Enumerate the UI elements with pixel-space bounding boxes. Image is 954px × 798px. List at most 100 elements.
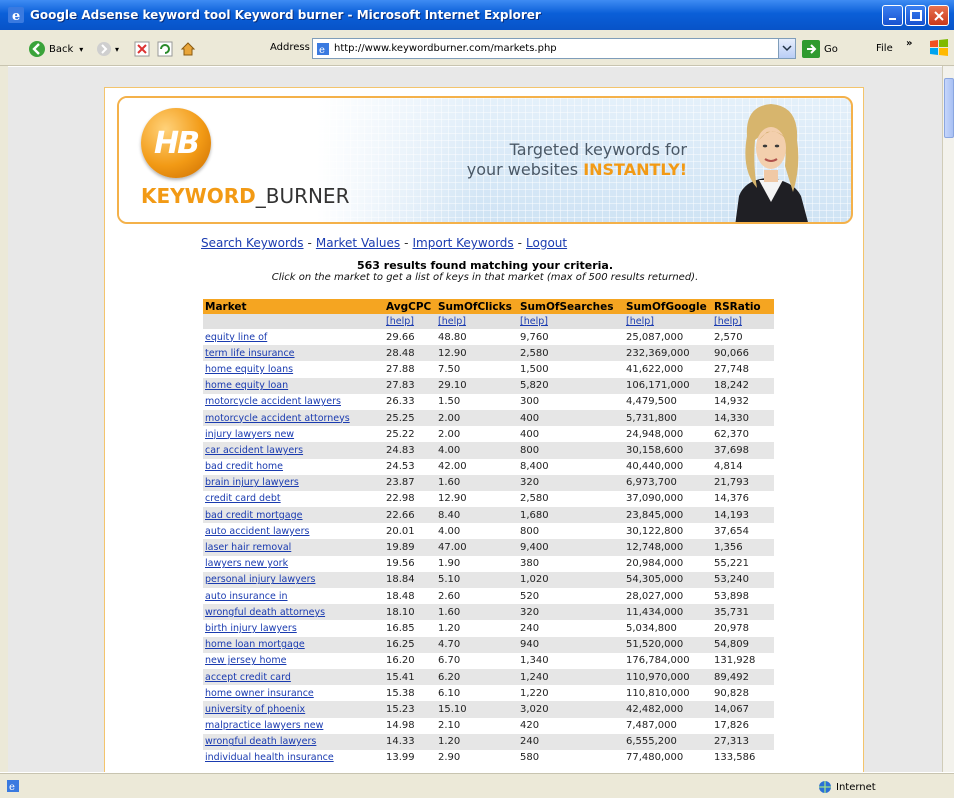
sumofgoogle-cell: 25,087,000 [626, 331, 684, 343]
market-link[interactable]: credit card debt [205, 493, 281, 504]
close-button[interactable] [928, 5, 949, 26]
toolbar-overflow[interactable]: » [906, 38, 912, 49]
help-link-sumofsearches[interactable]: [help] [520, 316, 548, 327]
page-icon: e [317, 43, 329, 56]
rsratio-cell: 37,698 [712, 442, 774, 459]
avgcpc-cell: 27.83 [384, 377, 436, 394]
ie-icon: e [8, 7, 24, 23]
table-row: wrongful death attorneys 18.10 1.60 320 11,4… [203, 604, 774, 621]
go-arrow-icon [802, 40, 820, 58]
back-button[interactable]: Back ▾ [28, 39, 83, 59]
market-link[interactable]: term life insurance [205, 348, 295, 359]
market-link[interactable]: motorcycle accident lawyers [205, 396, 341, 407]
market-link[interactable]: equity line of [205, 332, 267, 343]
banner-tagline: Targeted keywords for your websites INST… [437, 140, 687, 180]
help-link-avgcpc[interactable]: [help] [386, 316, 414, 327]
nav-import-keywords[interactable]: Import Keywords [413, 236, 514, 250]
market-link[interactable]: personal injury lawyers [205, 574, 315, 585]
results-instruction: Click on the market to get a list of key… [271, 272, 699, 283]
go-label: Go [824, 43, 838, 55]
forward-dropdown-icon[interactable]: ▾ [115, 45, 119, 54]
sumofgoogle-cell: 106,171,000 [624, 377, 712, 394]
header-market[interactable]: Market [203, 299, 384, 314]
table-row: car accident lawyers 24.83 4.00 800 30,158,6… [203, 442, 774, 459]
table-row: bad credit home 24.53 42.00 8,400 40,440,000… [203, 459, 774, 475]
market-link[interactable]: laser hair removal [205, 542, 291, 553]
rsratio-cell: 89,492 [712, 668, 774, 686]
market-link[interactable]: malpractice lawyers new [205, 720, 323, 731]
market-link[interactable]: home loan mortgage [205, 639, 305, 650]
market-cell: bad credit home [203, 459, 384, 475]
market-link[interactable]: wrongful death lawyers [205, 736, 316, 747]
market-cell: home owner insurance [203, 685, 384, 701]
market-link[interactable]: home owner insurance [205, 688, 314, 699]
header-rsratio[interactable]: RSRatio [712, 299, 774, 314]
market-link[interactable]: car accident lawyers [205, 445, 303, 456]
market-link[interactable]: individual health insurance [205, 752, 334, 763]
header-avgcpc[interactable]: AvgCPC [384, 299, 436, 314]
site-logo[interactable]: HB [141, 108, 211, 178]
header-sumofsearches[interactable]: SumOfSearches [518, 299, 624, 314]
market-link[interactable]: home equity loans [205, 364, 293, 375]
market-link[interactable]: lawyers new york [205, 558, 288, 569]
help-link-sumofgoogle[interactable]: [help] [626, 316, 654, 327]
tagline-line-1: Targeted keywords for [509, 140, 687, 159]
refresh-button[interactable] [157, 39, 173, 59]
market-cell: home equity loans [203, 361, 384, 377]
market-link[interactable]: home equity loan [205, 380, 288, 391]
scrollbar-thumb[interactable] [944, 78, 954, 138]
rsratio-cell: 62,370 [714, 428, 749, 440]
market-cell: credit card debt [203, 491, 384, 507]
avgcpc-cell: 14.33 [384, 733, 436, 750]
brand-name: KEYWORD_BURNER [141, 184, 349, 208]
sumofclicks-cell: 42.00 [438, 461, 467, 473]
go-button[interactable]: Go [802, 39, 838, 59]
market-link[interactable]: auto accident lawyers [205, 526, 310, 537]
maximize-button[interactable] [905, 5, 926, 26]
market-link[interactable]: brain injury lawyers [205, 477, 299, 488]
market-link[interactable]: university of phoenix [205, 704, 305, 715]
tagline-line-2: your websites INSTANTLY! [437, 160, 687, 180]
avgcpc-cell: 16.85 [386, 622, 415, 634]
stop-button[interactable] [134, 39, 150, 59]
market-link[interactable]: auto insurance in [205, 591, 288, 602]
sumofclicks-cell: 6.10 [438, 687, 461, 699]
market-link[interactable]: wrongful death attorneys [205, 607, 325, 618]
sumofclicks-cell: 2.00 [438, 428, 461, 440]
minimize-button[interactable] [882, 5, 903, 26]
market-link[interactable]: motorcycle accident attorneys [205, 413, 350, 424]
sumofclicks-cell: 1.20 [436, 733, 518, 750]
globe-icon [819, 781, 831, 793]
browser-window: e Google Adsense keyword tool Keyword bu… [0, 0, 954, 798]
market-link[interactable]: birth injury lawyers [205, 623, 297, 634]
market-link[interactable]: bad credit mortgage [205, 510, 303, 521]
rsratio-cell: 21,793 [712, 474, 774, 491]
help-link-rsratio[interactable]: [help] [714, 316, 742, 327]
address-bar[interactable]: e http://www.keywordburner.com/markets.p… [312, 38, 796, 59]
sumofgoogle-cell: 4,479,500 [626, 396, 677, 408]
header-sumofgoogle[interactable]: SumOfGoogle [624, 299, 712, 314]
vertical-scrollbar[interactable] [942, 66, 954, 772]
rsratio-cell: 14,193 [712, 507, 774, 524]
market-link[interactable]: bad credit home [205, 461, 283, 472]
market-link[interactable]: injury lawyers new [205, 429, 294, 440]
market-link[interactable]: new jersey home [205, 655, 286, 666]
help-link-sumofclicks[interactable]: [help] [438, 316, 466, 327]
header-sumofclicks[interactable]: SumOfClicks [436, 299, 518, 314]
nav-market-values[interactable]: Market Values [316, 236, 400, 250]
page-viewport: HB KEYWORD_BURNER Targeted keywords for … [8, 67, 943, 772]
help-cell: [help] [624, 314, 712, 329]
home-button[interactable] [180, 39, 196, 59]
nav-logout[interactable]: Logout [526, 236, 567, 250]
avgcpc-cell: 19.89 [384, 539, 436, 556]
help-cell-empty [203, 314, 384, 329]
sumofclicks-cell: 2.90 [438, 752, 461, 764]
market-link[interactable]: accept credit card [205, 672, 291, 683]
forward-button[interactable]: ▾ [96, 39, 119, 59]
address-dropdown[interactable] [778, 39, 795, 58]
back-dropdown-icon[interactable]: ▾ [79, 45, 83, 54]
market-cell: term life insurance [203, 345, 384, 362]
avgcpc-cell: 16.25 [384, 636, 436, 653]
file-menu[interactable]: File [876, 43, 893, 54]
nav-search-keywords[interactable]: Search Keywords [201, 236, 304, 250]
